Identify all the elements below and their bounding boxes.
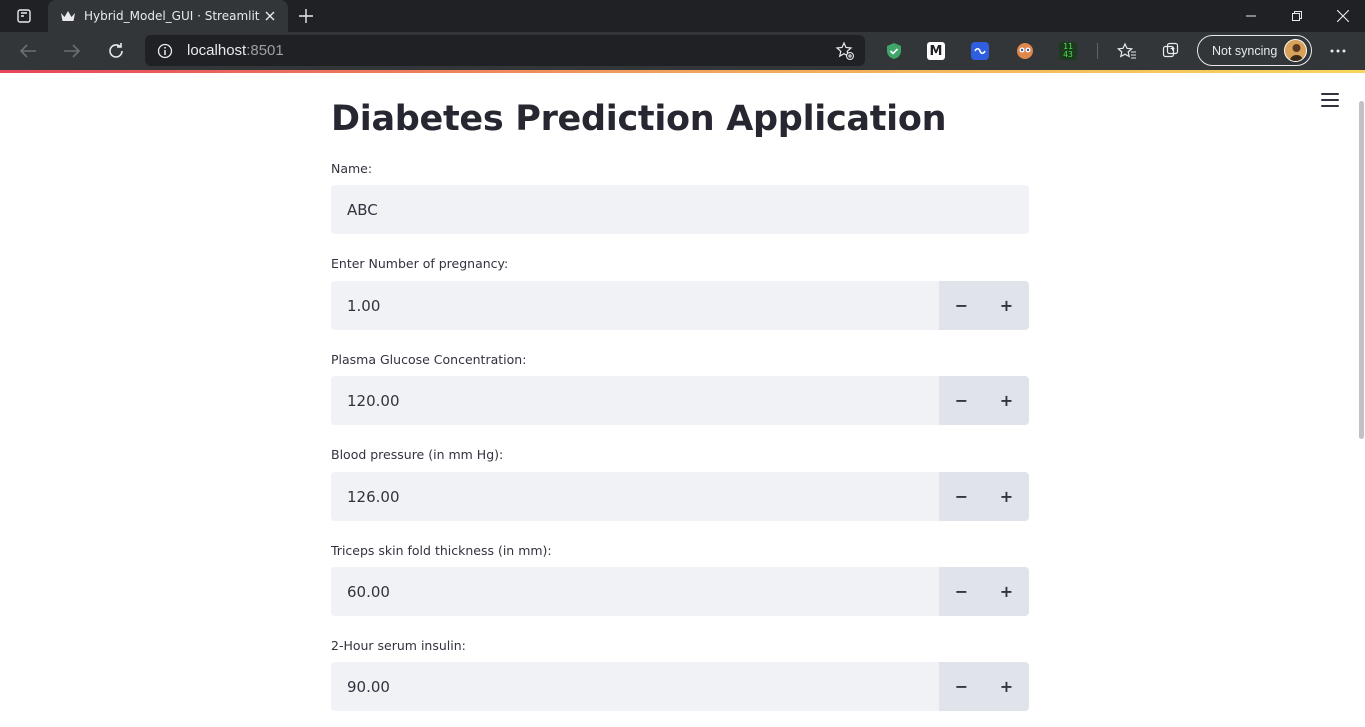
triceps-step-buttons: − + bbox=[939, 567, 1029, 616]
new-tab-icon[interactable] bbox=[296, 6, 316, 26]
url-text: localhost:8501 bbox=[187, 42, 284, 59]
toolbar-divider bbox=[1097, 43, 1098, 59]
pregnancy-label: Enter Number of pregnancy: bbox=[331, 256, 509, 271]
site-info-icon[interactable] bbox=[157, 43, 173, 59]
glucose-stepper: 120.00 − + bbox=[331, 376, 1029, 425]
tab-title: Hybrid_Model_GUI · Streamlit bbox=[84, 9, 260, 23]
close-tab-icon[interactable] bbox=[262, 8, 278, 24]
insulin-decrement-button[interactable]: − bbox=[939, 662, 984, 711]
app-container: Diabetes Prediction Application Name: AB… bbox=[0, 73, 1365, 727]
favorites-icon[interactable] bbox=[1117, 41, 1137, 61]
blood-pressure-input[interactable]: 126.00 bbox=[331, 472, 939, 521]
page-title: Diabetes Prediction Application bbox=[331, 99, 947, 139]
link-extension-icon[interactable] bbox=[971, 42, 989, 60]
blood-pressure-label: Blood pressure (in mm Hg): bbox=[331, 447, 504, 462]
blood-pressure-stepper: 126.00 − + bbox=[331, 472, 1029, 521]
forward-icon[interactable] bbox=[59, 39, 85, 63]
blood-pressure-decrement-button[interactable]: − bbox=[939, 472, 984, 521]
name-label: Name: bbox=[331, 161, 373, 176]
insulin-step-buttons: − + bbox=[939, 662, 1029, 711]
close-window-icon[interactable] bbox=[1320, 0, 1365, 32]
pregnancy-stepper: 1.00 − + bbox=[331, 281, 1029, 330]
minimize-icon[interactable] bbox=[1228, 0, 1274, 32]
blood-pressure-increment-button[interactable]: + bbox=[984, 472, 1029, 521]
settings-more-icon[interactable] bbox=[1326, 39, 1350, 63]
browser-toolbar: localhost:8501 M 11 43 Not syncing bbox=[0, 32, 1365, 70]
triceps-increment-button[interactable]: + bbox=[984, 567, 1029, 616]
add-favorite-icon[interactable] bbox=[835, 41, 855, 61]
counter-extension-icon[interactable]: 11 43 bbox=[1059, 42, 1077, 60]
glucose-label: Plasma Glucose Concentration: bbox=[331, 352, 527, 367]
reload-icon[interactable] bbox=[103, 39, 129, 63]
glucose-decrement-button[interactable]: − bbox=[939, 376, 984, 425]
streamlit-crown-icon bbox=[60, 8, 76, 24]
shield-extension-icon[interactable] bbox=[884, 41, 904, 61]
restore-icon[interactable] bbox=[1274, 0, 1320, 32]
insulin-label: 2-Hour serum insulin: bbox=[331, 638, 466, 653]
insulin-stepper: 90.00 − + bbox=[331, 662, 1029, 711]
face-extension-icon[interactable] bbox=[1015, 41, 1035, 61]
glucose-step-buttons: − + bbox=[939, 376, 1029, 425]
glucose-input[interactable]: 120.00 bbox=[331, 376, 939, 425]
hamburger-menu-icon[interactable] bbox=[1321, 93, 1339, 107]
back-icon[interactable] bbox=[15, 39, 41, 63]
triceps-decrement-button[interactable]: − bbox=[939, 567, 984, 616]
sync-status-label: Not syncing bbox=[1212, 43, 1278, 58]
avatar bbox=[1284, 39, 1307, 62]
address-bar[interactable]: localhost:8501 bbox=[145, 35, 865, 66]
m-extension-icon[interactable]: M bbox=[927, 42, 945, 60]
insulin-input[interactable]: 90.00 bbox=[331, 662, 939, 711]
pregnancy-decrement-button[interactable]: − bbox=[939, 281, 984, 330]
tab-actions-icon[interactable] bbox=[12, 7, 36, 25]
glucose-increment-button[interactable]: + bbox=[984, 376, 1029, 425]
triceps-input[interactable]: 60.00 bbox=[331, 567, 939, 616]
blood-pressure-step-buttons: − + bbox=[939, 472, 1029, 521]
browser-titlebar: Hybrid_Model_GUI · Streamlit bbox=[0, 0, 1365, 32]
insulin-increment-button[interactable]: + bbox=[984, 662, 1029, 711]
collections-icon[interactable] bbox=[1161, 41, 1181, 61]
pregnancy-increment-button[interactable]: + bbox=[984, 281, 1029, 330]
name-input[interactable]: ABC bbox=[331, 185, 1029, 234]
triceps-label: Triceps skin fold thickness (in mm): bbox=[331, 543, 552, 558]
triceps-stepper: 60.00 − + bbox=[331, 567, 1029, 616]
pregnancy-step-buttons: − + bbox=[939, 281, 1029, 330]
browser-tab[interactable]: Hybrid_Model_GUI · Streamlit bbox=[48, 0, 288, 32]
scrollbar-thumb[interactable] bbox=[1359, 101, 1364, 439]
pregnancy-input[interactable]: 1.00 bbox=[331, 281, 939, 330]
profile-sync-button[interactable]: Not syncing bbox=[1197, 35, 1312, 66]
